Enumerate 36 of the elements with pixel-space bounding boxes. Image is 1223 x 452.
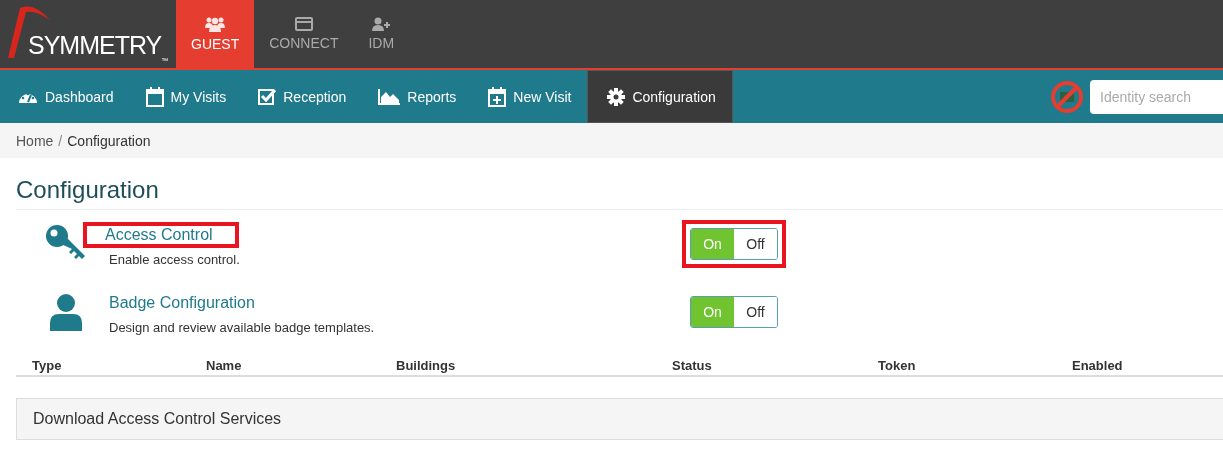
checkbox-icon bbox=[258, 87, 277, 106]
calendar-icon bbox=[145, 86, 164, 107]
nav-tab[interactable]: Configuration bbox=[587, 70, 733, 123]
column-header: Status bbox=[672, 358, 713, 373]
breadcrumb-separator: / bbox=[58, 132, 63, 149]
breadcrumb-link[interactable]: Home bbox=[16, 132, 54, 149]
user-plus-icon bbox=[372, 17, 391, 31]
feature-title[interactable]: Badge Configuration bbox=[105, 289, 281, 316]
area-chart-icon bbox=[378, 88, 401, 105]
group-icon bbox=[205, 16, 226, 32]
feature-description: Design and review available badge templates. bbox=[109, 319, 375, 335]
column-header: Buildings bbox=[396, 358, 457, 373]
feature-description: Enable access control. bbox=[109, 251, 240, 267]
feature-title[interactable]: Access Control bbox=[83, 221, 239, 248]
card-icon bbox=[294, 17, 313, 31]
nav-tab[interactable]: Reports bbox=[362, 70, 473, 123]
nav-tab[interactable]: My Visits bbox=[129, 70, 243, 123]
search-field[interactable]: Identity search bbox=[1090, 79, 1223, 114]
column-header: Name bbox=[206, 358, 243, 373]
product-tab[interactable]: GUEST bbox=[176, 0, 255, 68]
calendar-plus-icon bbox=[488, 86, 507, 107]
nav-tab[interactable]: Dashboard bbox=[2, 70, 130, 123]
person-icon bbox=[48, 293, 83, 331]
panel-header: Download Access Control Services bbox=[16, 398, 1223, 440]
settings-icon bbox=[607, 87, 626, 106]
column-header: Enabled bbox=[1072, 358, 1124, 373]
column-header: Token bbox=[878, 358, 917, 373]
nav-tab[interactable]: Reception bbox=[242, 70, 363, 123]
logo-text: SYMMETRY bbox=[28, 31, 162, 60]
nav-tab[interactable]: New Visit bbox=[472, 70, 588, 123]
column-header: Type bbox=[32, 358, 63, 373]
no-card-icon[interactable] bbox=[1050, 79, 1084, 114]
breadcrumb-current: Configuration bbox=[67, 132, 151, 149]
product-tab[interactable]: IDM bbox=[353, 0, 410, 68]
page-title: Configuration bbox=[16, 176, 1223, 210]
product-tab[interactable]: CONNECT bbox=[254, 0, 354, 68]
